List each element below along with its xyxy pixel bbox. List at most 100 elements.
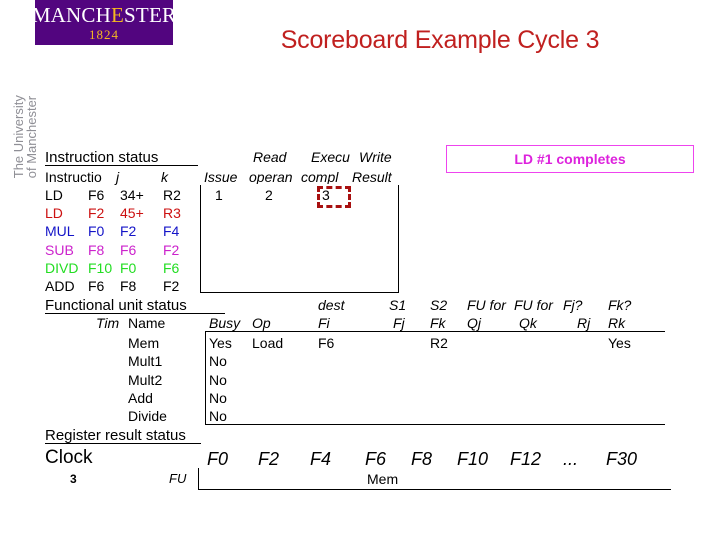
header-busy: Busy (209, 315, 241, 331)
register-result-status-label: Register result status (45, 428, 201, 444)
header-write-result: Result (352, 169, 392, 185)
fu-fi-0: F6 (318, 335, 335, 351)
header-fi: Fi (318, 315, 330, 331)
logo-wordmark: MANCHESTER (31, 2, 177, 27)
university-logo: MANCHESTER 1824 (31, 0, 177, 45)
header-write: Write (359, 149, 392, 165)
header-dest: dest (318, 297, 345, 313)
fu-row-label: FU (169, 471, 187, 486)
instruction-box-bottom-rule (200, 292, 399, 293)
header-exec-complete: compl (301, 170, 339, 184)
fu-name-4: Divide (128, 408, 167, 424)
header-fu-for-k: FU for (514, 298, 553, 312)
callout-label: LD #1 completes (514, 151, 626, 167)
register-header-f6: F6 (365, 449, 387, 469)
instruction-j-3: F6 (120, 242, 137, 258)
instruction-dest-1: F2 (88, 205, 105, 221)
fu-busy-3: No (209, 390, 227, 406)
page-title: Scoreboard Example Cycle 3 (280, 26, 600, 54)
instruction-k-4: F6 (163, 260, 180, 276)
instruction-k-1: R3 (163, 205, 181, 221)
register-header-f0: F0 (207, 449, 229, 469)
instruction-dest-0: F6 (88, 187, 105, 203)
instruction-op-0: LD (45, 188, 63, 202)
header-op: Op (252, 315, 271, 331)
instruction-dest-2: F0 (88, 223, 105, 239)
university-vertical-line1: The University (10, 95, 26, 179)
header-rk: Rk (608, 315, 626, 331)
clock-label: Clock (45, 447, 93, 468)
callout-ld-completes: LD #1 completes (446, 145, 694, 173)
header-s1: S1 (389, 297, 407, 313)
header-s2: S2 (430, 297, 448, 313)
header-fk-ready: Fk? (608, 297, 632, 313)
instruction-op-5: ADD (45, 279, 75, 293)
fu-name-0: Mem (128, 335, 160, 351)
fu-box-top-rule (205, 331, 665, 332)
logo-wordmark-gold-e: E (111, 2, 125, 27)
instruction-box-left-rule (200, 185, 201, 293)
fu-op-0: Load (252, 335, 284, 351)
register-box-left-rule (198, 468, 199, 490)
functional-unit-status-label: Functional unit status (45, 298, 225, 314)
register-header-...: ... (563, 449, 579, 469)
fu-busy-0: Yes (209, 335, 232, 351)
header-execution: Execu (311, 150, 350, 164)
header-fj-ready: Fj? (563, 297, 583, 313)
header-name: Name (128, 315, 166, 331)
header-read-operands: operan (249, 170, 293, 184)
register-header-f4: F4 (310, 449, 332, 469)
logo-year: 1824 (89, 26, 119, 42)
instruction-j-1: 45+ (120, 205, 144, 221)
register-value-f6: Mem (367, 471, 399, 487)
fu-fk-0: R2 (430, 335, 448, 351)
header-rj: Rj (577, 315, 591, 331)
logo-wordmark-pre: MANCH (31, 2, 111, 27)
instruction-k-0: R2 (163, 187, 181, 203)
logo-wordmark-post: STER (124, 2, 177, 27)
register-header-f8: F8 (411, 449, 433, 469)
instruction-j-5: F8 (120, 278, 137, 294)
header-qj: Qj (467, 315, 481, 331)
register-header-f12: F12 (510, 449, 542, 469)
instruction-j-0: 34+ (120, 187, 144, 203)
instruction-k-2: F4 (163, 223, 180, 239)
header-fu-for-j: FU for (467, 298, 506, 312)
fu-name-2: Mult2 (128, 372, 163, 388)
instruction-op-4: DIVD (45, 261, 79, 275)
header-time: Tim (96, 316, 120, 330)
header-fj: Fj (393, 315, 405, 331)
header-k: k (161, 169, 168, 185)
register-header-f10: F10 (457, 449, 489, 469)
fu-busy-4: No (209, 408, 227, 424)
highlight-exec-complete-cell (317, 186, 351, 208)
header-instruction: Instructio (45, 170, 102, 184)
header-qk: Qk (519, 315, 537, 331)
instruction-status-label: Instruction status (45, 150, 198, 166)
fu-name-1: Mult1 (128, 353, 163, 369)
register-header-f30: F30 (606, 449, 638, 469)
fu-box-bottom-rule (205, 424, 665, 425)
instruction-dest-5: F6 (88, 278, 105, 294)
instruction-dest-4: F10 (88, 260, 113, 276)
fu-name-3: Add (128, 390, 153, 406)
university-vertical-text: The University of Manchester (10, 48, 39, 179)
instruction-k-3: F2 (163, 242, 180, 258)
instruction-dest-3: F8 (88, 242, 105, 258)
fu-busy-2: No (209, 372, 227, 388)
instruction-read-operands-0: 2 (265, 187, 273, 203)
fu-busy-1: No (209, 353, 227, 369)
header-fk: Fk (430, 315, 446, 331)
instruction-op-1: LD (45, 206, 63, 220)
header-issue: Issue (204, 169, 238, 185)
instruction-j-2: F2 (120, 223, 137, 239)
instruction-box-right-rule (398, 185, 399, 293)
instruction-k-5: F2 (163, 278, 180, 294)
instruction-op-3: SUB (45, 243, 74, 257)
instruction-j-4: F0 (120, 260, 137, 276)
instruction-op-2: MUL (45, 224, 75, 238)
instruction-issue-0: 1 (215, 187, 223, 203)
university-vertical-line2: of Manchester (24, 95, 39, 179)
header-j: j (116, 169, 120, 185)
register-box-bottom-rule (198, 489, 671, 490)
